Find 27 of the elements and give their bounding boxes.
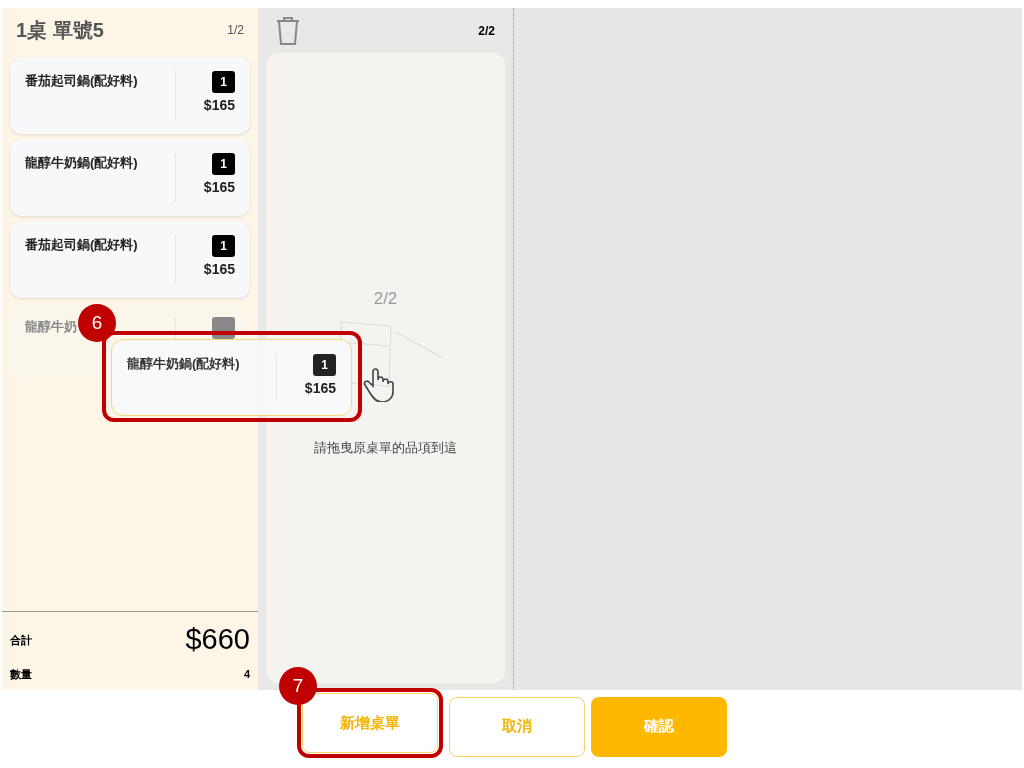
quantity-label: 數量 [10,666,32,682]
item-price: $165 [304,379,336,398]
item-name: 龍醇牛奶 [25,318,77,336]
page-indicator: 2/2 [478,22,495,40]
item-name: 番茄起司鍋(配好料) [25,72,138,90]
quantity-badge: 1 [212,153,235,175]
quantity-value: 4 [243,666,250,682]
item-price: $165 [203,96,235,115]
order-item-card[interactable]: 龍醇牛奶鍋(配好料) 1 $165 [10,139,250,216]
quantity-badge: 1 [212,71,235,93]
order-item-card[interactable]: 番茄起司鍋(配好料) 1 $165 [10,221,250,298]
order-title: 1桌 單號5 [16,18,104,43]
item-name: 龍醇牛奶鍋(配好料) [127,355,241,373]
quantity-badge: 1 [212,235,235,257]
item-name: 番茄起司鍋(配好料) [25,236,138,254]
item-name: 龍醇牛奶鍋(配好料) [25,154,138,172]
item-price: $165 [203,260,235,279]
total-amount: $660 [185,622,250,657]
item-price: $165 [203,178,235,197]
empty-page-indicator: 2/2 [373,288,398,310]
quantity-badge: 1 [313,354,336,376]
order-item-card[interactable]: 番茄起司鍋(配好料) 1 $165 [10,57,250,134]
page-indicator: 1/2 [227,22,244,39]
dragged-item-card[interactable]: 龍醇牛奶鍋(配好料) 1 $165 [111,339,352,416]
trash-icon[interactable] [276,16,300,45]
drop-hint-text: 請拖曳原桌單的品項到這 [314,438,457,457]
total-label: 合計 [10,632,32,648]
